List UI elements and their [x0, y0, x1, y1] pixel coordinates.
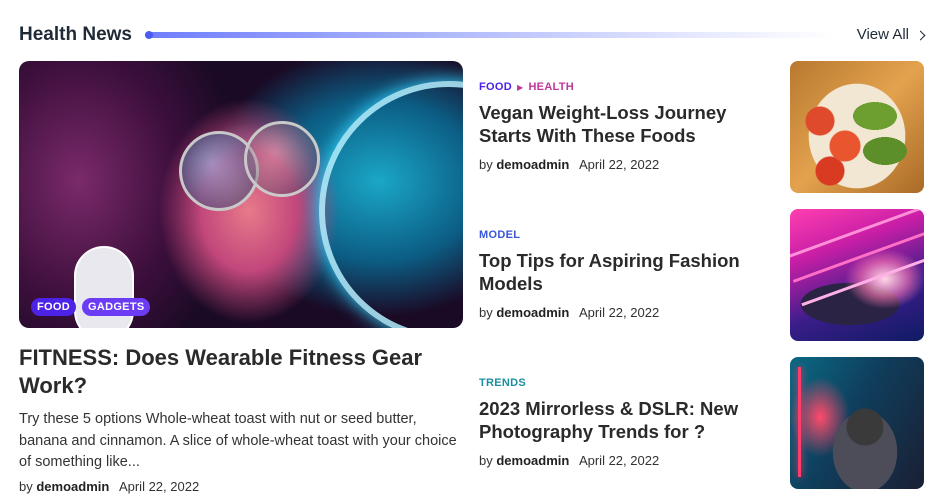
featured-excerpt: Try these 5 options Whole-wheat toast wi… — [19, 411, 457, 470]
salad-thumbnail[interactable] — [790, 61, 924, 193]
post-title[interactable]: Top Tips for Aspiring Fashion Models — [479, 249, 769, 295]
featured-tags: FOOD GADGETS — [31, 298, 151, 316]
author-link[interactable]: demoadmin — [496, 305, 569, 320]
list-item-text: MODEL Top Tips for Aspiring Fashion Mode… — [479, 209, 769, 320]
post-meta: by demoadmin April 22, 2022 — [479, 305, 769, 320]
list-item-text: FOOD ▶ HEALTH Vegan Weight-Loss Journey … — [479, 61, 769, 172]
tag-food[interactable]: FOOD — [31, 298, 76, 316]
category-model[interactable]: MODEL — [479, 229, 520, 241]
view-all-link[interactable]: View All — [856, 22, 926, 48]
author-link[interactable]: demoadmin — [496, 453, 569, 468]
section-title: Health News — [19, 24, 132, 45]
list-item: TRENDS 2023 Mirrorless & DSLR: New Photo… — [479, 357, 924, 489]
featured-meta: by demoadmin April 22, 2022 — [19, 479, 463, 494]
fashion-model-thumbnail[interactable] — [790, 209, 924, 341]
author-link[interactable]: demoadmin — [36, 479, 109, 494]
chevron-right-icon — [915, 30, 926, 40]
section-header: Health News View All — [19, 22, 926, 48]
by-label: by — [479, 305, 493, 320]
list-item: MODEL Top Tips for Aspiring Fashion Mode… — [479, 209, 924, 341]
post-categories: MODEL — [479, 229, 769, 241]
post-meta: by demoadmin April 22, 2022 — [479, 157, 769, 172]
neon-light-decoration — [319, 81, 463, 328]
by-label: by — [479, 157, 493, 172]
featured-image[interactable]: FOOD GADGETS — [19, 61, 463, 328]
post-date: April 22, 2022 — [578, 157, 660, 172]
post-categories: TRENDS — [479, 377, 769, 389]
category-trends[interactable]: TRENDS — [479, 377, 526, 389]
post-date: April 22, 2022 — [578, 453, 660, 468]
list-item: FOOD ▶ HEALTH Vegan Weight-Loss Journey … — [479, 61, 924, 193]
post-meta: by demoadmin April 22, 2022 — [479, 453, 769, 468]
header-divider — [145, 31, 835, 39]
by-label: by — [19, 478, 33, 494]
post-categories: FOOD ▶ HEALTH — [479, 81, 769, 93]
photographer-thumbnail[interactable] — [790, 357, 924, 489]
list-item-text: TRENDS 2023 Mirrorless & DSLR: New Photo… — [479, 357, 769, 468]
featured-post: FOOD GADGETS FITNESS: Does Wearable Fitn… — [19, 61, 463, 494]
post-title[interactable]: 2023 Mirrorless & DSLR: New Photography … — [479, 397, 769, 443]
category-food[interactable]: FOOD — [479, 81, 512, 93]
author-link[interactable]: demoadmin — [496, 157, 569, 172]
tag-gadgets[interactable]: GADGETS — [81, 298, 151, 316]
featured-title[interactable]: FITNESS: Does Wearable Fitness Gear Work… — [19, 344, 463, 400]
post-date: April 22, 2022 — [578, 305, 660, 320]
post-date: April 22, 2022 — [118, 478, 200, 494]
post-title[interactable]: Vegan Weight-Loss Journey Starts With Th… — [479, 101, 769, 147]
view-all-label: View All — [856, 26, 909, 43]
category-health[interactable]: HEALTH — [528, 81, 574, 93]
by-label: by — [479, 453, 493, 468]
sunglasses-lens-right — [244, 121, 320, 197]
triangle-separator-icon: ▶ — [516, 82, 524, 92]
header-divider-dot — [145, 31, 153, 39]
